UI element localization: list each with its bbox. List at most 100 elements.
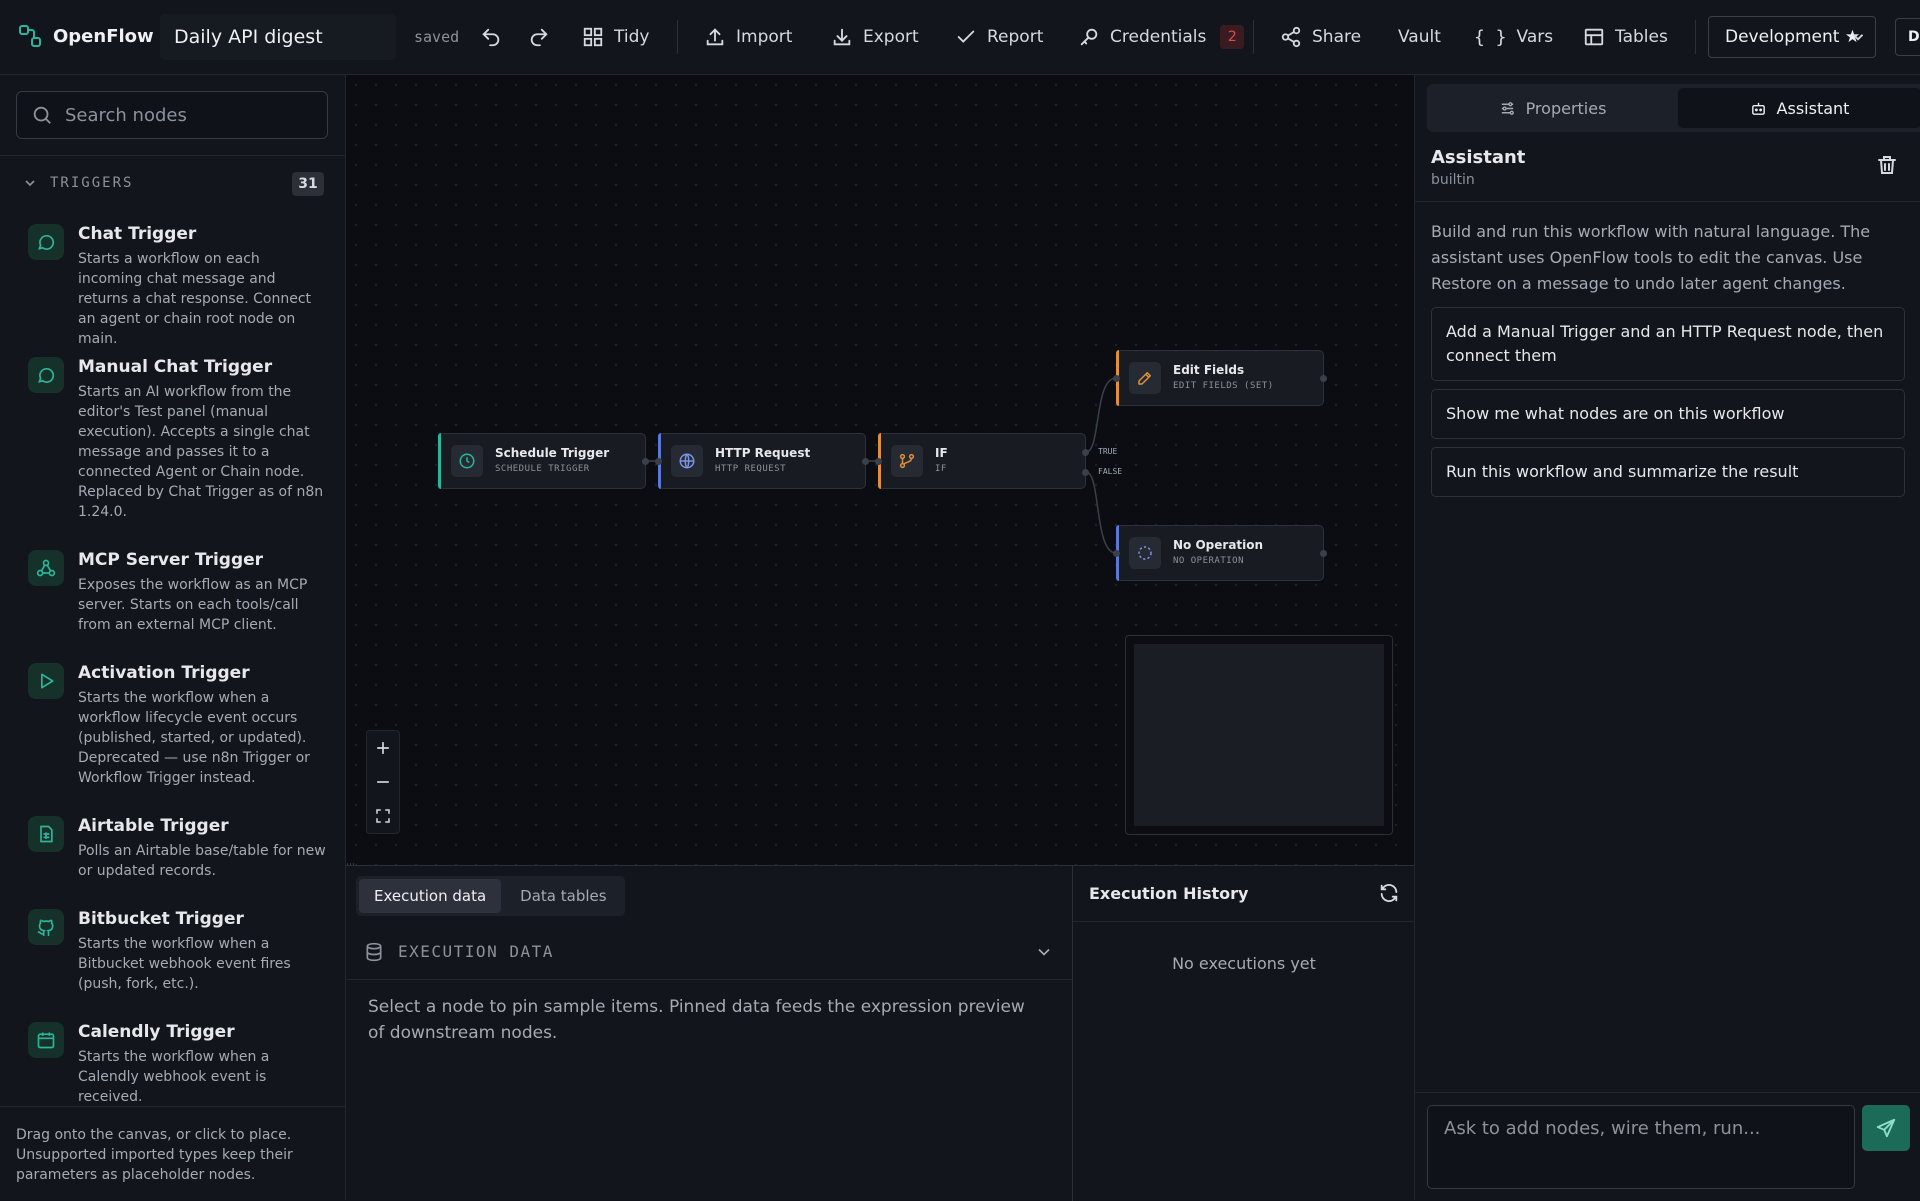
share-button[interactable]: Share	[1280, 18, 1361, 56]
palette-item-airtable-trigger[interactable]: Airtable Trigger Polls an Airtable base/…	[0, 816, 345, 886]
branch-icon	[891, 445, 923, 477]
app-name: OpenFlow	[53, 26, 154, 47]
play-icon	[28, 663, 64, 699]
resize-handle[interactable]: ⋯	[346, 860, 355, 870]
node-type: SCHEDULE TRIGGER	[495, 464, 590, 474]
credentials-badge: 2	[1220, 25, 1245, 49]
import-button[interactable]: Import	[704, 18, 792, 56]
vars-button[interactable]: { } Vars	[1474, 18, 1553, 56]
palette-item-bitbucket-trigger[interactable]: Bitbucket Trigger Starts the workflow wh…	[0, 909, 345, 999]
undo-icon	[480, 26, 502, 48]
input-handle[interactable]	[1113, 550, 1120, 557]
bottom-tabs: Execution data Data tables	[356, 876, 625, 916]
output-handle[interactable]	[642, 458, 649, 465]
share-icon	[1280, 26, 1302, 48]
branch-label-true: TRUE	[1098, 447, 1118, 456]
redo-button[interactable]	[528, 18, 550, 56]
toolbar-divider	[1253, 20, 1254, 54]
tab-assistant-label: Assistant	[1776, 98, 1850, 118]
execution-history-title: Execution History	[1089, 884, 1249, 903]
trash-icon[interactable]	[1875, 153, 1899, 177]
execution-history: Execution History No executions yet	[1072, 866, 1415, 1201]
node-name: IF	[935, 446, 948, 460]
minimap-viewport[interactable]	[1134, 644, 1384, 826]
send-button[interactable]	[1862, 1105, 1910, 1151]
palette-footer-hint: Drag onto the canvas, or click to place.…	[0, 1106, 345, 1200]
palette-item-activation-trigger[interactable]: Activation Trigger Starts the workflow w…	[0, 663, 345, 786]
output-handle[interactable]	[862, 458, 869, 465]
output-handle-false[interactable]	[1082, 469, 1089, 476]
node-palette: TRIGGERS 31 Chat Trigger Starts a workfl…	[0, 75, 346, 1200]
input-handle[interactable]	[1113, 375, 1120, 382]
tab-execution-data[interactable]: Execution data	[359, 879, 502, 913]
suggestion-button[interactable]: Show me what nodes are on this workflow	[1431, 389, 1905, 439]
output-handle[interactable]	[1320, 550, 1327, 557]
execution-history-header: Execution History	[1073, 866, 1415, 922]
node-name: HTTP Request	[715, 446, 811, 460]
tab-assistant[interactable]: Assistant	[1678, 88, 1920, 128]
workflow-node-http-request[interactable]: HTTP Request HTTP REQUEST	[655, 433, 869, 489]
tab-properties[interactable]: Properties	[1431, 88, 1674, 128]
undo-button[interactable]	[480, 18, 502, 56]
workflow-node-no-operation[interactable]: No Operation NO OPERATION	[1113, 525, 1327, 581]
palette-item-chat-trigger[interactable]: Chat Trigger Starts a workflow on each i…	[0, 224, 345, 347]
grid-icon	[582, 26, 604, 48]
refresh-icon[interactable]	[1378, 882, 1400, 904]
execution-data-header[interactable]: EXECUTION DATA	[346, 924, 1072, 980]
node-type: NO OPERATION	[1173, 556, 1245, 566]
node-accent-bar	[438, 433, 441, 489]
credentials-button[interactable]: Credentials 2	[1078, 18, 1245, 56]
divider	[1415, 1092, 1920, 1093]
environment-button-partial[interactable]: De	[1895, 18, 1920, 56]
tidy-label: Tidy	[614, 27, 650, 47]
palette-item-mcp-server-trigger[interactable]: MCP Server Trigger Exposes the workflow …	[0, 550, 345, 640]
suggestion-button[interactable]: Add a Manual Trigger and an HTTP Request…	[1431, 307, 1905, 381]
vault-button[interactable]: Vault	[1398, 18, 1441, 56]
connection-if-true	[1085, 377, 1117, 453]
suggestion-button[interactable]: Run this workflow and summarize the resu…	[1431, 447, 1905, 497]
assistant-chat-input[interactable]	[1427, 1105, 1855, 1189]
minimap[interactable]	[1125, 635, 1393, 835]
upload-icon	[704, 26, 726, 48]
input-handle[interactable]	[655, 458, 662, 465]
section-header-triggers[interactable]: TRIGGERS 31	[0, 155, 345, 210]
table-icon	[1583, 26, 1605, 48]
environment-partial-label: De	[1908, 29, 1920, 45]
environment-label: Development ★	[1725, 27, 1861, 47]
right-panel-tabs: Properties Assistant	[1427, 84, 1920, 132]
tab-properties-label: Properties	[1525, 98, 1607, 118]
assistant-title: Assistant	[1431, 147, 1526, 168]
node-type: EDIT FIELDS (SET)	[1173, 381, 1274, 391]
tab-data-tables[interactable]: Data tables	[505, 879, 621, 913]
workflow-node-schedule-trigger[interactable]: Schedule Trigger SCHEDULE TRIGGER	[438, 433, 649, 489]
import-label: Import	[736, 27, 793, 47]
zoom-controls	[366, 730, 400, 834]
chevron-down-icon	[1034, 942, 1054, 962]
workflow-node-edit-fields[interactable]: Edit Fields EDIT FIELDS (SET)	[1113, 350, 1327, 406]
palette-item-title: Calendly Trigger	[78, 1022, 235, 1042]
fit-view-button[interactable]	[367, 799, 399, 833]
output-handle-true[interactable]	[1082, 449, 1089, 456]
workflow-node-if[interactable]: IF IF	[875, 433, 1089, 489]
check-icon	[955, 26, 977, 48]
dashed-circle-icon	[1129, 537, 1161, 569]
palette-item-manual-chat-trigger[interactable]: Manual Chat Trigger Starts an AI workflo…	[0, 357, 345, 520]
zoom-in-button[interactable]	[367, 731, 399, 765]
report-button[interactable]: Report	[955, 18, 1043, 56]
zoom-out-button[interactable]	[367, 765, 399, 799]
search-input[interactable]	[65, 104, 315, 126]
workflow-canvas[interactable]: Schedule Trigger SCHEDULE TRIGGER HTTP R…	[346, 75, 1414, 865]
tables-button[interactable]: Tables	[1583, 18, 1668, 56]
input-handle[interactable]	[875, 458, 882, 465]
palette-item-title: Chat Trigger	[78, 224, 197, 244]
send-icon	[1875, 1117, 1897, 1139]
tidy-button[interactable]: Tidy	[582, 18, 649, 56]
export-button[interactable]: Export	[831, 18, 919, 56]
environment-select[interactable]: Development ★	[1708, 16, 1876, 58]
palette-item-calendly-trigger[interactable]: Calendly Trigger Starts the workflow whe…	[0, 1022, 345, 1105]
chat-icon	[28, 224, 64, 260]
workflow-title-input[interactable]: Daily API digest	[160, 14, 396, 60]
github-icon	[28, 909, 64, 945]
output-handle[interactable]	[1320, 375, 1327, 382]
minus-icon	[373, 772, 393, 792]
